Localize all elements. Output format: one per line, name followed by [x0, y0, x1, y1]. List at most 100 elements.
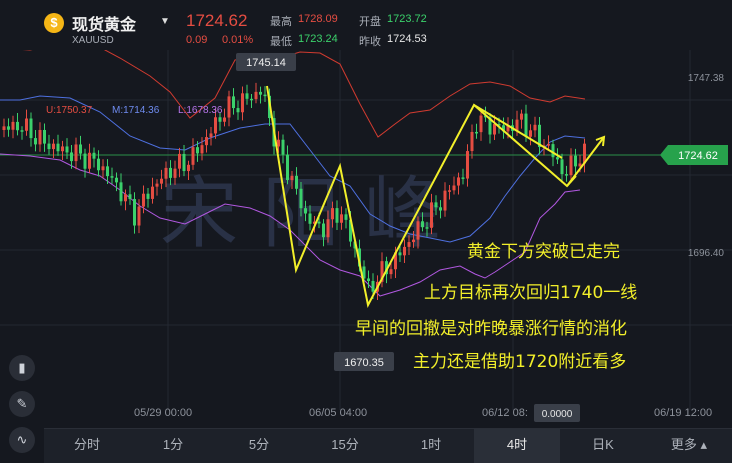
candle-body [7, 126, 10, 130]
candle-body [133, 199, 136, 226]
candle-body [403, 246, 406, 256]
indicator-upper: U:1750.37 [46, 105, 93, 116]
candle-body [236, 108, 240, 113]
instrument-title[interactable]: 现货黄金 [72, 11, 136, 35]
prev-close-label: 昨收 [359, 36, 381, 48]
candle-body [119, 182, 123, 202]
pen-icon[interactable]: ✎ [9, 391, 35, 417]
candle-body [106, 166, 109, 177]
candle-body [389, 269, 393, 275]
candle-body [142, 193, 145, 207]
time-tag: 0.0000 [534, 404, 580, 422]
tab-4hour[interactable]: 4时 [474, 429, 560, 463]
candle-body [299, 188, 303, 209]
candle-body [74, 144, 78, 162]
candle-body [101, 166, 105, 171]
candle-body [25, 118, 28, 131]
candle-body [65, 146, 69, 153]
candle-body [412, 239, 415, 243]
candle-body [241, 93, 244, 113]
tab-timeshare[interactable]: 分时 [44, 429, 130, 463]
time-tag-label: 0.0000 [542, 409, 573, 420]
tab-1min[interactable]: 1分 [130, 429, 216, 463]
price-axis-top: 1747.38 [688, 73, 725, 84]
candle-body [443, 190, 447, 211]
candle-body [2, 126, 6, 130]
candle-body [398, 252, 402, 256]
candle-body [191, 147, 195, 165]
candle-body [574, 155, 577, 167]
candle-body [326, 219, 330, 238]
current-price-value: 1724.62 [678, 150, 718, 162]
candle-body [425, 227, 429, 229]
high-label: 最高 [270, 16, 292, 28]
time-axis-label-4: 06/19 12:00 [654, 407, 713, 419]
time-axis-label-1: 05/29 00:00 [134, 407, 193, 419]
candle-body [479, 115, 483, 133]
chevron-down-icon[interactable]: ▼ [160, 16, 170, 27]
candle-body [448, 190, 451, 192]
candle-body [124, 194, 127, 202]
tab-5min[interactable]: 5分 [216, 429, 302, 463]
candle-body [533, 124, 537, 131]
candle-body [556, 157, 559, 160]
tab-more[interactable]: 更多 ▴ [646, 429, 732, 463]
candle-body [551, 144, 555, 158]
candle-body [421, 221, 424, 228]
candle-body [29, 118, 33, 139]
candle-body [457, 177, 460, 186]
annotation-line-4: 主力还是借助1720附近看多 [413, 352, 626, 372]
candle-body [569, 155, 573, 176]
min-marker: 1670.35 [334, 352, 394, 371]
candle-body [34, 138, 37, 145]
candle-body [43, 129, 46, 144]
candle-body [308, 213, 312, 224]
candle-body [317, 221, 321, 224]
candle-body [209, 133, 213, 138]
candlestick-chart[interactable]: 宋阳峰 1745.14 1670.35 U:1750.37 M:1714.36 … [0, 50, 732, 428]
price-change-percent: 0.01% [222, 34, 254, 46]
candle-body [20, 130, 24, 132]
price-change: 0.09 [186, 34, 208, 46]
candle-body [434, 202, 438, 208]
candle-body [263, 94, 267, 97]
candle-body [475, 131, 478, 134]
candle-body [187, 164, 190, 172]
candle-body [223, 117, 226, 122]
candle-body [560, 159, 564, 175]
tab-1hour[interactable]: 1时 [388, 429, 474, 463]
candle-body [83, 153, 87, 169]
candle-body [56, 143, 60, 152]
candle-body [182, 153, 186, 172]
tab-15min[interactable]: 15分 [302, 429, 388, 463]
high-value: 1728.09 [298, 13, 338, 25]
annotation-text: 黄金下方突破已走完 上方目标再次回归1740一线 早间的回撤是对昨晚暴涨行情的消… [355, 242, 637, 372]
candle-body [164, 167, 168, 179]
annotation-line-2: 上方目标再次回归1740一线 [424, 283, 637, 303]
candle-body [146, 193, 150, 199]
annotation-line-1: 黄金下方突破已走完 [467, 242, 620, 262]
candle-icon[interactable]: ▮ [9, 355, 35, 381]
candle-body [335, 208, 339, 223]
time-axis-label-2: 06/05 04:00 [309, 407, 368, 419]
candle-body [439, 207, 442, 211]
tab-daily[interactable]: 日K [560, 429, 646, 463]
candle-body [155, 183, 159, 187]
candle-body [493, 124, 496, 135]
min-marker-label: 1670.35 [344, 357, 384, 369]
open-value: 1723.72 [387, 13, 427, 25]
candle-body [97, 158, 100, 171]
candle-body [79, 144, 82, 154]
candle-body [110, 176, 114, 178]
candle-body [173, 168, 177, 178]
candle-body [88, 152, 91, 169]
instrument-symbol: XAUUSD [72, 35, 114, 46]
candle-body [250, 98, 253, 101]
candle-body [70, 152, 73, 162]
candle-body [115, 177, 118, 183]
indicator-icon[interactable]: ∿ [9, 427, 35, 453]
quote-header: $ 现货黄金 ▼ XAUUSD 1724.62 0.09 0.01% 最高 17… [0, 0, 732, 50]
candle-body [227, 96, 231, 118]
candle-body [452, 185, 456, 191]
time-axis-label-3: 06/12 08: [482, 407, 528, 419]
